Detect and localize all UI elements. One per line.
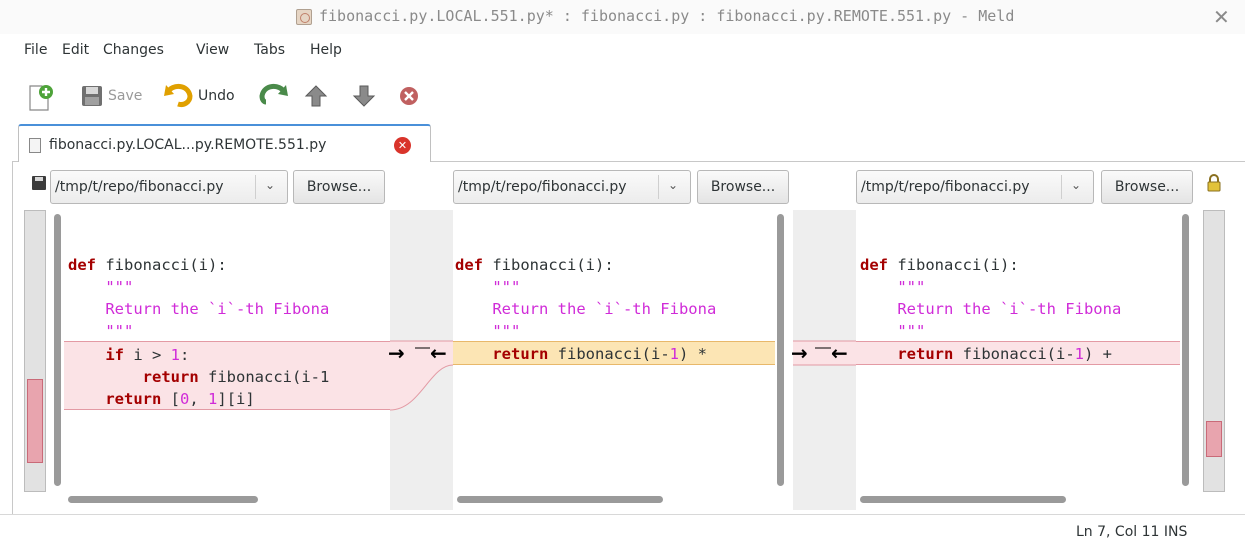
push-left-arrow-icon[interactable]: ← xyxy=(430,343,447,363)
new-comparison-button[interactable] xyxy=(26,76,56,116)
menu-file[interactable]: File xyxy=(24,42,47,58)
right-path-text: /tmp/t/repo/fibonacci.py xyxy=(861,179,1030,195)
left-change-map[interactable] xyxy=(24,210,46,492)
window-title: fibonacci.py.LOCAL.551.py* : fibonacci.p… xyxy=(319,7,1015,25)
cursor-position-status: Ln 7, Col 11 INS xyxy=(1076,524,1188,540)
right-link-area[interactable]: → ← xyxy=(791,210,856,510)
left-browse-button[interactable]: Browse... xyxy=(293,170,385,204)
code-line: Return the `i`-th Fibona xyxy=(105,300,330,318)
code-line: return fibonacci(i-1) + xyxy=(897,345,1112,363)
next-change-button[interactable] xyxy=(352,76,378,116)
title-bar: fibonacci.py.LOCAL.551.py* : fibonacci.p… xyxy=(0,0,1245,34)
new-comparison-icon xyxy=(29,85,53,111)
code-line: def fibonacci(i): xyxy=(860,256,1019,274)
undo-icon xyxy=(164,84,193,107)
previous-change-icon xyxy=(304,85,328,107)
right-vertical-scrollbar[interactable] xyxy=(1182,214,1189,486)
code-line: return [0, 1][i] xyxy=(105,390,255,408)
change-marker[interactable] xyxy=(27,379,43,463)
save-pane-icon[interactable] xyxy=(32,176,46,190)
code-line: def fibonacci(i): xyxy=(68,256,227,274)
menu-changes[interactable]: Changes xyxy=(103,42,164,58)
previous-change-button[interactable] xyxy=(304,76,330,116)
tab-merge-fibonacci[interactable]: fibonacci.py.LOCAL...py.REMOTE.551.py ✕ xyxy=(18,124,431,163)
meld-app-icon xyxy=(296,9,312,25)
code-line: return fibonacci(i-1 xyxy=(142,368,330,386)
middle-path-text: /tmp/t/repo/fibonacci.py xyxy=(458,179,627,195)
menu-view[interactable]: View xyxy=(196,42,229,58)
save-button[interactable]: Save xyxy=(80,76,150,116)
chevron-down-icon: ⌄ xyxy=(668,178,679,192)
code-line: """ xyxy=(105,322,134,340)
document-icon xyxy=(29,138,41,153)
code-line: """ xyxy=(492,322,521,340)
middle-browse-button[interactable]: Browse... xyxy=(697,170,789,204)
code-line: """ xyxy=(897,322,926,340)
lock-icon xyxy=(1207,174,1221,192)
save-icon xyxy=(82,86,102,106)
middle-text-pane[interactable]: def fibonacci(i): """ Return the `i`-th … xyxy=(453,210,793,510)
left-link-area[interactable]: → ← xyxy=(388,210,453,510)
menu-edit[interactable]: Edit xyxy=(62,42,89,58)
status-bar: Ln 7, Col 11 INS xyxy=(0,514,1245,547)
undo-label: Undo xyxy=(198,88,235,104)
code-line: Return the `i`-th Fibona xyxy=(492,300,717,318)
push-left-arrow-icon[interactable]: ← xyxy=(831,343,848,363)
push-right-arrow-icon[interactable]: → xyxy=(791,343,808,363)
middle-path-combo[interactable]: /tmp/t/repo/fibonacci.py ⌄ xyxy=(453,170,691,204)
undo-button[interactable]: Undo xyxy=(164,76,244,116)
close-window-button[interactable]: ✕ xyxy=(1213,5,1230,29)
right-path-combo[interactable]: /tmp/t/repo/fibonacci.py ⌄ xyxy=(856,170,1094,204)
code-line: """ xyxy=(105,278,134,296)
chevron-down-icon: ⌄ xyxy=(265,178,276,192)
next-change-icon xyxy=(352,85,376,107)
tab-strip: fibonacci.py.LOCAL...py.REMOTE.551.py ✕ xyxy=(12,122,1245,163)
code-line: if i > 1: xyxy=(105,346,190,364)
chevron-down-icon: ⌄ xyxy=(1071,178,1082,192)
code-line: """ xyxy=(492,278,521,296)
left-path-text: /tmp/t/repo/fibonacci.py xyxy=(55,179,224,195)
right-horizontal-scrollbar[interactable] xyxy=(860,496,1066,503)
right-text-pane[interactable]: def fibonacci(i): """ Return the `i`-th … xyxy=(856,210,1196,510)
left-vertical-scrollbar[interactable] xyxy=(54,214,61,486)
redo-icon xyxy=(259,84,288,105)
middle-horizontal-scrollbar[interactable] xyxy=(457,496,663,503)
left-horizontal-scrollbar[interactable] xyxy=(68,496,258,503)
close-tab-icon[interactable]: ✕ xyxy=(394,137,411,154)
redo-button[interactable] xyxy=(258,76,288,116)
menu-help[interactable]: Help xyxy=(310,42,342,58)
change-marker[interactable] xyxy=(1206,421,1222,457)
stop-button[interactable] xyxy=(398,76,424,116)
stop-icon xyxy=(400,87,418,105)
tab-label: fibonacci.py.LOCAL...py.REMOTE.551.py xyxy=(49,137,327,153)
menu-tabs[interactable]: Tabs xyxy=(254,42,285,58)
code-line: """ xyxy=(897,278,926,296)
push-right-arrow-icon[interactable]: → xyxy=(388,343,405,363)
middle-vertical-scrollbar[interactable] xyxy=(777,214,784,486)
code-line: def fibonacci(i): xyxy=(455,256,614,274)
left-path-combo[interactable]: /tmp/t/repo/fibonacci.py ⌄ xyxy=(50,170,288,204)
left-text-pane[interactable]: def fibonacci(i): """ Return the `i`-th … xyxy=(50,210,390,510)
right-change-map[interactable] xyxy=(1203,210,1225,492)
code-line: Return the `i`-th Fibona xyxy=(897,300,1122,318)
save-label: Save xyxy=(108,88,143,104)
right-browse-button[interactable]: Browse... xyxy=(1101,170,1193,204)
code-line: return fibonacci(i-1) * xyxy=(492,345,707,363)
